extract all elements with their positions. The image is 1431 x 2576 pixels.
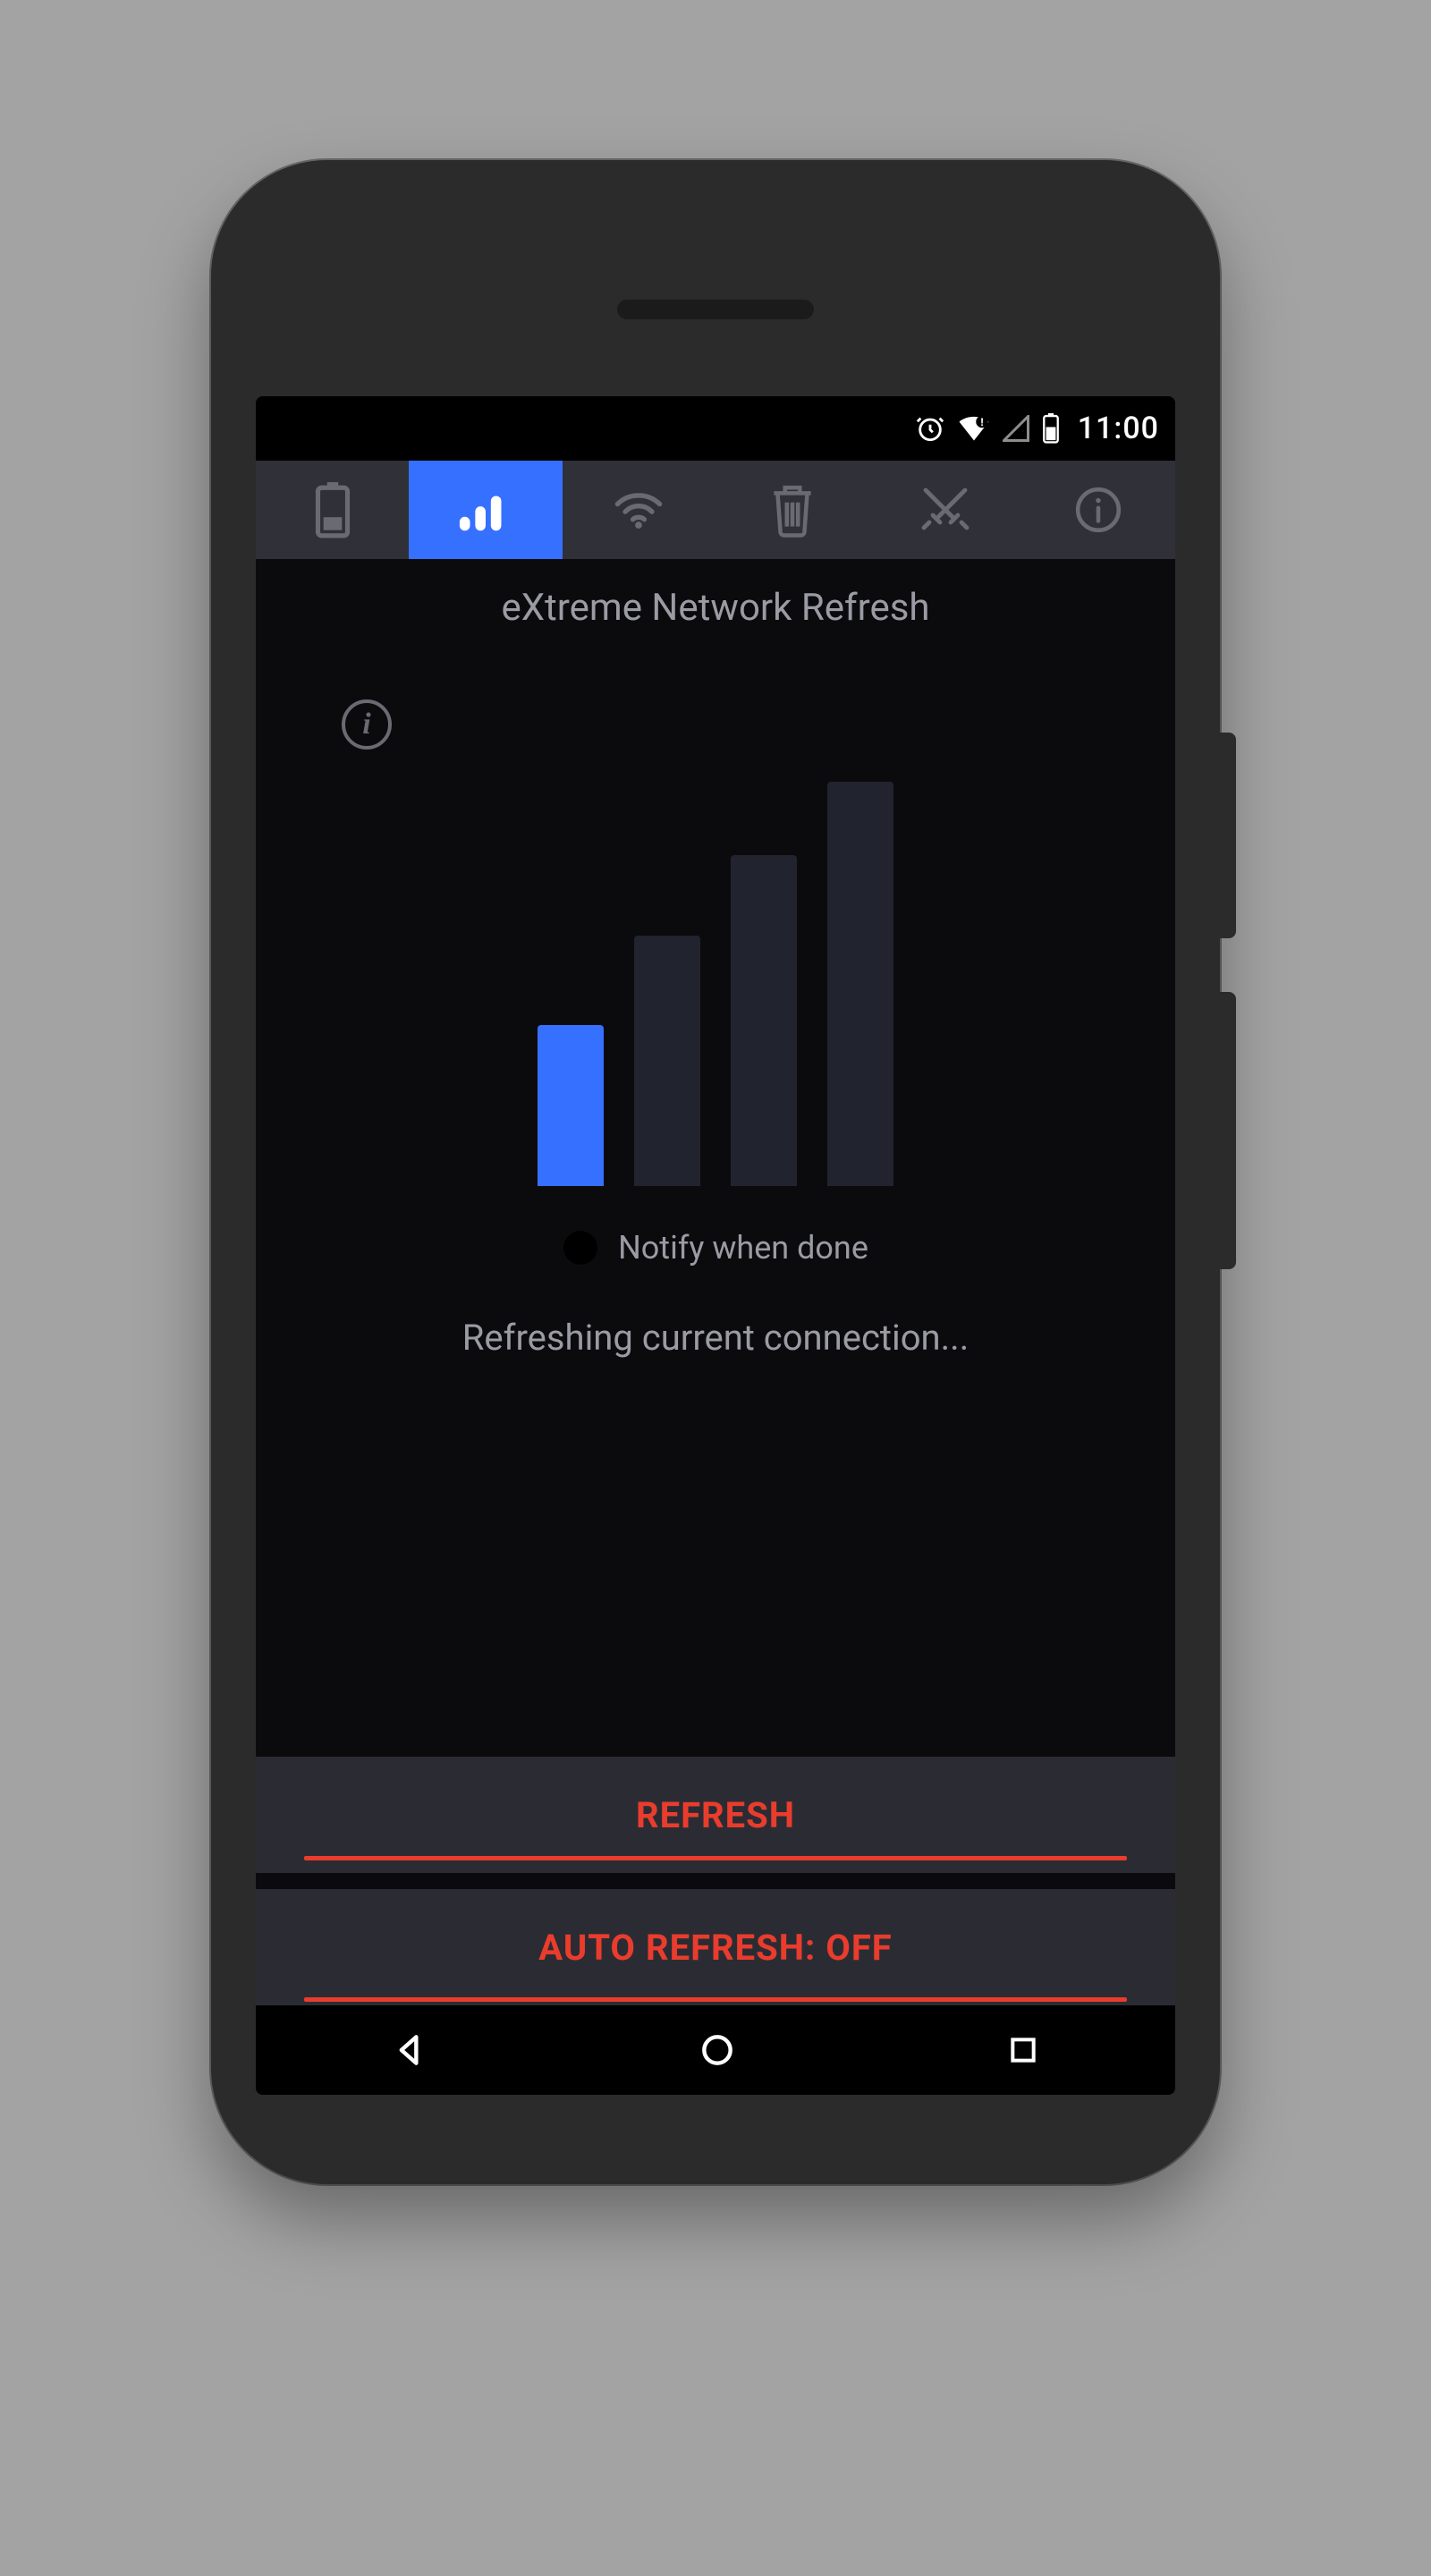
auto-refresh-button-label: AUTO REFRESH: OFF	[538, 1927, 892, 1969]
tab-battery[interactable]	[256, 461, 409, 559]
signal-visualization	[483, 775, 948, 1186]
auto-refresh-button[interactable]: AUTO REFRESH: OFF	[256, 1889, 1175, 2005]
refresh-button[interactable]: REFRESH	[256, 1757, 1175, 1873]
phone-side-button-top	[1220, 733, 1236, 938]
signal-bar	[634, 936, 700, 1186]
signal-bar	[731, 855, 797, 1186]
tab-info[interactable]	[1022, 461, 1175, 559]
alarm-icon	[915, 413, 945, 444]
notify-label: Notify when done	[618, 1229, 868, 1267]
cell-status-icon	[1003, 415, 1029, 442]
info-row: i	[288, 699, 1143, 750]
screen: ! 11:00	[256, 396, 1175, 2095]
tab-signal[interactable]	[409, 461, 562, 559]
info-icon[interactable]: i	[342, 699, 392, 750]
signal-bar	[538, 1025, 604, 1186]
tab-swords[interactable]	[868, 461, 1021, 559]
status-time: 11:00	[1078, 411, 1159, 446]
android-nav-bar	[256, 2005, 1175, 2095]
phone-side-button-bottom	[1220, 992, 1236, 1269]
nav-back-icon[interactable]	[390, 2030, 429, 2070]
signal-bar	[827, 782, 893, 1186]
refresh-button-label: REFRESH	[636, 1794, 795, 1836]
tab-wifi[interactable]	[563, 461, 716, 559]
status-bar: ! 11:00	[256, 396, 1175, 461]
tab-trash[interactable]	[716, 461, 868, 559]
wifi-status-icon: !	[958, 415, 990, 442]
phone-earpiece	[617, 300, 814, 319]
svg-text:!: !	[980, 416, 983, 428]
button-underline	[304, 1997, 1127, 2002]
page-title: eXtreme Network Refresh	[288, 586, 1143, 630]
nav-recent-icon[interactable]	[1005, 2032, 1041, 2068]
nav-home-icon[interactable]	[698, 2030, 737, 2070]
status-text: Refreshing current connection...	[288, 1317, 1143, 1359]
button-underline	[304, 1856, 1127, 1860]
page-body: eXtreme Network Refresh i Notify when do…	[256, 559, 1175, 2095]
notify-row: Notify when done	[288, 1229, 1143, 1267]
notify-checkbox[interactable]	[563, 1230, 598, 1266]
tab-bar	[256, 461, 1175, 559]
phone-frame: ! 11:00	[211, 160, 1220, 2184]
battery-status-icon	[1042, 413, 1060, 444]
